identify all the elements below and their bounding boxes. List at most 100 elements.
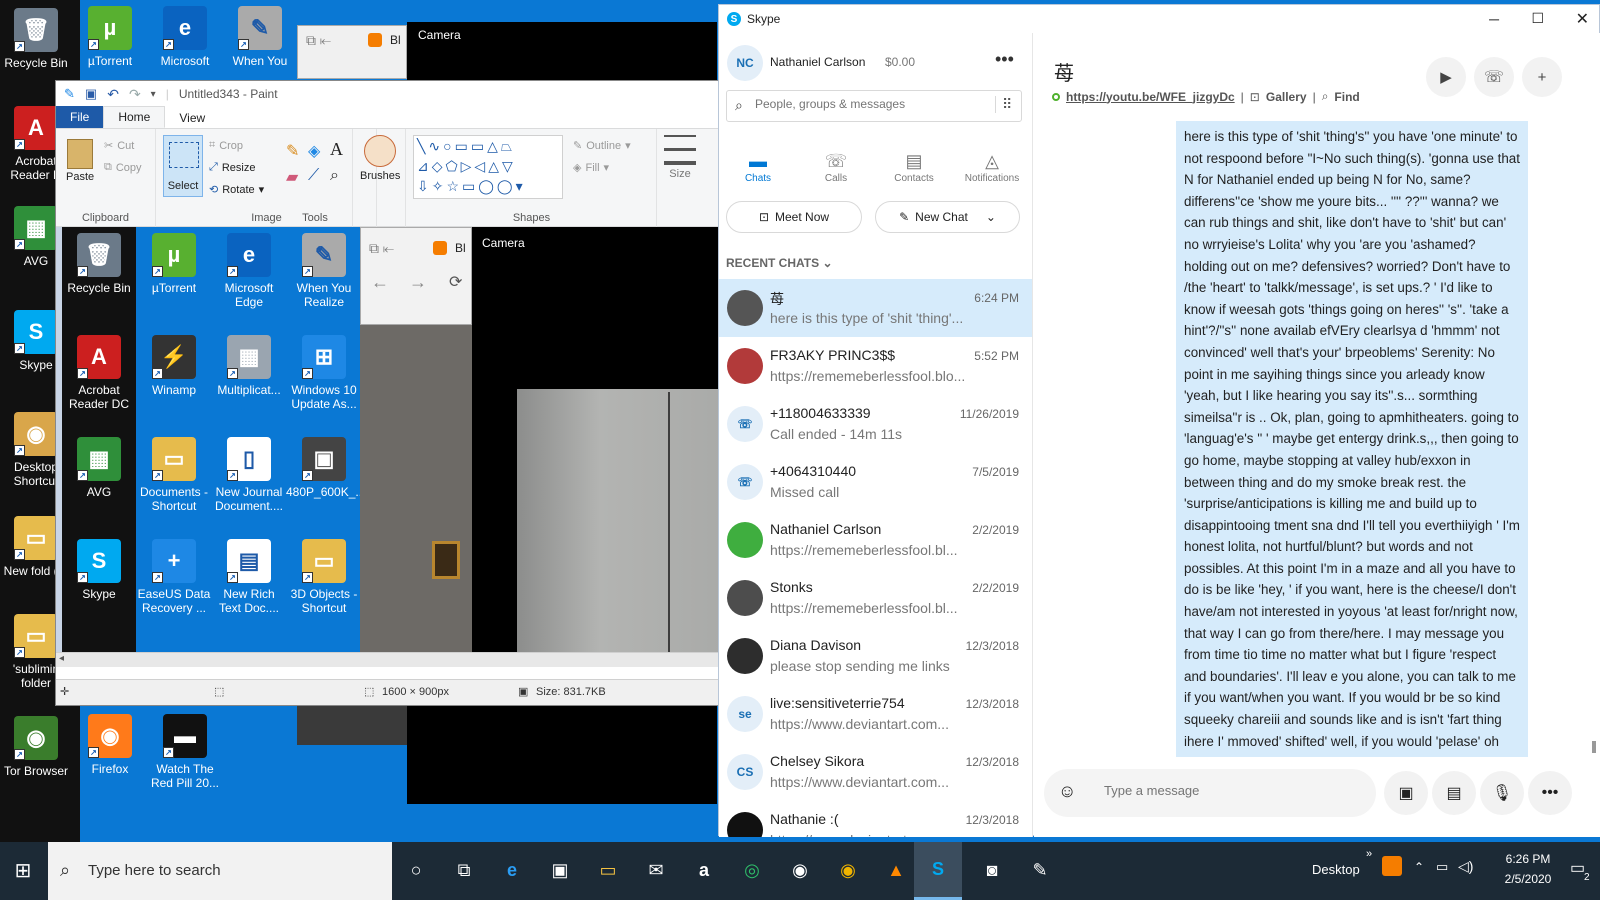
recent-chats-header[interactable]: RECENT CHATS ⌄ bbox=[726, 256, 833, 270]
chat-list-item[interactable]: CS Chelsey Sikora 12/3/2018 https://www.dev… bbox=[719, 743, 1032, 801]
nested-desktop-icon-1[interactable]: µ ↗ µTorrent bbox=[136, 233, 212, 295]
profile-name[interactable]: Nathaniel Carlson bbox=[770, 55, 865, 69]
desktop-icon-top-1[interactable]: e ↗ Microsoft bbox=[147, 6, 223, 68]
tray-expand-icon[interactable]: ⌃ bbox=[1414, 860, 1424, 874]
file-explorer-icon[interactable]: ▭ bbox=[588, 850, 628, 890]
tab-home[interactable]: Home bbox=[103, 106, 166, 128]
new-chat-button[interactable]: ✎ New Chat ⌄ bbox=[875, 201, 1020, 233]
chat-list-item[interactable]: Nathanie :(12/3/2018 https://www.devianta… bbox=[719, 801, 1032, 837]
message-input[interactable] bbox=[1104, 783, 1354, 798]
more-options-icon[interactable]: ••• bbox=[995, 49, 1014, 70]
shapes-gallery[interactable]: ╲∿○▭▭△⏢ ⊿◇⬠▷◁△▽ ⇩✧☆▭◯◯▾ bbox=[413, 135, 563, 199]
tripadvisor-icon[interactable]: ◎ bbox=[732, 850, 772, 890]
chat-list-item[interactable]: Nathaniel Carlson 2/2/2019 https://rememeb… bbox=[719, 511, 1032, 569]
add-people-button[interactable]: + bbox=[1522, 57, 1562, 97]
tab-chats[interactable]: ▬ Chats bbox=[719, 149, 797, 184]
store-icon[interactable]: ▣ bbox=[540, 850, 580, 890]
desktop-icon-top-0[interactable]: µ ↗ µTorrent bbox=[72, 6, 148, 68]
chat-list-item[interactable]: Stonks 2/2/2019 https://rememeberlessfool.… bbox=[719, 569, 1032, 627]
desktop-icon-bottom-1[interactable]: ▬ ↗ Watch The Red Pill 20... bbox=[147, 714, 223, 790]
size-button[interactable]: Size bbox=[664, 135, 696, 180]
undo-icon[interactable]: ↶ bbox=[107, 86, 119, 103]
find-link[interactable]: Find bbox=[1334, 90, 1359, 104]
eraser-tool[interactable]: ▰ bbox=[286, 167, 298, 187]
dialpad-icon[interactable]: ⠿ bbox=[995, 96, 1017, 113]
emoji-icon[interactable]: ☺ bbox=[1058, 781, 1076, 802]
nested-desktop-icon-7[interactable]: ⊞ ↗ Windows 10 Update As... bbox=[286, 335, 362, 411]
copy-button[interactable]: ⧉ Copy bbox=[104, 161, 142, 174]
amazon-icon[interactable]: a bbox=[684, 850, 724, 890]
nested-desktop-icon-9[interactable]: ▭ ↗ Documents - Shortcut bbox=[136, 437, 212, 513]
meet-now-button[interactable]: ⊡ Meet Now bbox=[726, 201, 862, 233]
chat-list-item[interactable]: se live:sensitiveterrie754 12/3/2018 https:… bbox=[719, 685, 1032, 743]
cut-button[interactable]: ✂ Cut bbox=[104, 139, 134, 153]
minimize-button[interactable]: ─ bbox=[1489, 11, 1499, 27]
start-button[interactable]: ⊞ bbox=[3, 850, 43, 890]
paste-button[interactable]: Paste bbox=[66, 139, 94, 183]
nested-desktop-icon-15[interactable]: ▭ ↗ 3D Objects - Shortcut bbox=[286, 539, 362, 615]
desktop-icon-bottom-0[interactable]: ◉ ↗ Firefox bbox=[72, 714, 148, 776]
more-button[interactable]: ••• bbox=[1528, 771, 1572, 815]
mood-link[interactable]: https://youtu.be/WFE_jizgyDc bbox=[1066, 90, 1235, 104]
paint-canvas[interactable]: 🗑 ↗ Recycle Bin µ ↗ µTorrent e ↗ Microsoft Edge ✎… bbox=[56, 227, 730, 667]
cortana-icon[interactable]: ○ bbox=[396, 850, 436, 890]
task-view-icon[interactable]: ⧉ bbox=[444, 850, 484, 890]
chrome-icon[interactable]: ◉ bbox=[828, 850, 868, 890]
profile-avatar[interactable]: NC bbox=[727, 45, 763, 81]
desktop-toolbar-label[interactable]: Desktop bbox=[1312, 862, 1360, 877]
nested-desktop-icon-13[interactable]: + ↗ EaseUS Data Recovery ... bbox=[136, 539, 212, 615]
contact-card-button[interactable]: ▤ bbox=[1432, 771, 1476, 815]
fill-tool[interactable]: ◈ bbox=[308, 141, 320, 161]
message-scrollbar[interactable] bbox=[1592, 741, 1596, 753]
magnifier-tool[interactable]: ⌕ bbox=[330, 167, 339, 185]
vlc-icon[interactable]: ▲ bbox=[876, 850, 916, 890]
redo-icon[interactable]: ↷ bbox=[129, 86, 141, 103]
tab-view[interactable]: View bbox=[165, 108, 219, 128]
audio-call-button[interactable]: ☏ bbox=[1474, 57, 1514, 97]
action-center-icon[interactable]: ▭ bbox=[1570, 858, 1585, 878]
video-call-button[interactable]: ▶ bbox=[1426, 57, 1466, 97]
pencil-tool[interactable]: ✎ bbox=[286, 141, 299, 161]
tab-calls[interactable]: ☏ Calls bbox=[797, 149, 875, 184]
fill-button[interactable]: ◈ Fill ▾ bbox=[573, 161, 609, 175]
nested-desktop-icon-5[interactable]: ⚡ ↗ Winamp bbox=[136, 335, 212, 397]
microphone-button[interactable]: 🎙 bbox=[1480, 771, 1524, 815]
browser-window-back[interactable]: ⧉ ⇤ Bl bbox=[297, 25, 407, 79]
skype-taskbar-icon[interactable]: S bbox=[914, 842, 962, 900]
tab-contacts[interactable]: ▤ Contacts bbox=[875, 149, 953, 184]
chat-list-item[interactable]: 苺 6:24 PM here is this type of 'shit 'thin… bbox=[719, 279, 1032, 337]
volume-icon[interactable]: ◁) bbox=[1458, 858, 1473, 875]
nested-desktop-icon-8[interactable]: ▦ ↗ AVG bbox=[62, 437, 137, 499]
clock-date[interactable]: 2/5/2020 bbox=[1492, 872, 1564, 886]
toolbar-expand-icon[interactable]: » bbox=[1366, 848, 1372, 860]
chat-list-item[interactable]: ☏ +4064310440 7/5/2019 Missed call bbox=[719, 453, 1032, 511]
skype-window[interactable]: S Skype ─ ☐ ✕ NC Nathaniel Carlson $0.00… bbox=[718, 4, 1600, 837]
nested-desktop-icon-14[interactable]: ▤ ↗ New Rich Text Doc.... bbox=[211, 539, 287, 615]
scroll-left-icon[interactable]: ◂ bbox=[59, 653, 64, 664]
nested-desktop-icon-0[interactable]: 🗑 ↗ Recycle Bin bbox=[62, 233, 137, 295]
desktop-icon-top-2[interactable]: ✎ ↗ When You bbox=[222, 6, 298, 68]
chat-list-item[interactable]: Diana Davison 12/3/2018 please stop sendin… bbox=[719, 627, 1032, 685]
rotate-button[interactable]: ⟲ Rotate ▾ bbox=[209, 183, 264, 197]
text-tool[interactable]: A bbox=[330, 139, 343, 160]
paint-window[interactable]: ✎ ▣ ↶ ↷ ▾ | Untitled343 - Paint File Hom… bbox=[55, 80, 731, 706]
color-picker-tool[interactable]: ⟋ bbox=[308, 167, 319, 185]
crop-button[interactable]: ⌗ Crop bbox=[209, 139, 243, 152]
tray-app-icon[interactable] bbox=[1382, 856, 1402, 876]
nested-desktop-icon-2[interactable]: e ↗ Microsoft Edge bbox=[211, 233, 287, 309]
tab-notifications[interactable]: ◬ Notifications bbox=[953, 149, 1031, 184]
paint-taskbar-icon[interactable]: ✎ bbox=[1020, 850, 1060, 890]
conversation-name[interactable]: 苺 bbox=[1054, 57, 1074, 86]
tab-file[interactable]: File bbox=[56, 106, 104, 128]
chat-list-item[interactable]: ☏ +118004633339 11/26/2019 Call ended - 14m… bbox=[719, 395, 1032, 453]
close-button[interactable]: ✕ bbox=[1576, 9, 1589, 29]
search-input[interactable] bbox=[755, 97, 985, 111]
outline-button[interactable]: ✎ Outline ▾ bbox=[573, 139, 631, 153]
canvas-hscrollbar[interactable]: ◂ bbox=[56, 652, 730, 667]
music-app-icon[interactable]: ◉ bbox=[780, 850, 820, 890]
nested-desktop-icon-4[interactable]: A ↗ Acrobat Reader DC bbox=[62, 335, 137, 411]
nested-desktop-icon-11[interactable]: ▣ ↗ 480P_600K_... bbox=[286, 437, 365, 499]
gallery-link[interactable]: Gallery bbox=[1266, 90, 1307, 104]
message-composer[interactable]: ☺ bbox=[1044, 769, 1376, 817]
qat-dropdown-icon[interactable]: ▾ bbox=[151, 89, 156, 100]
